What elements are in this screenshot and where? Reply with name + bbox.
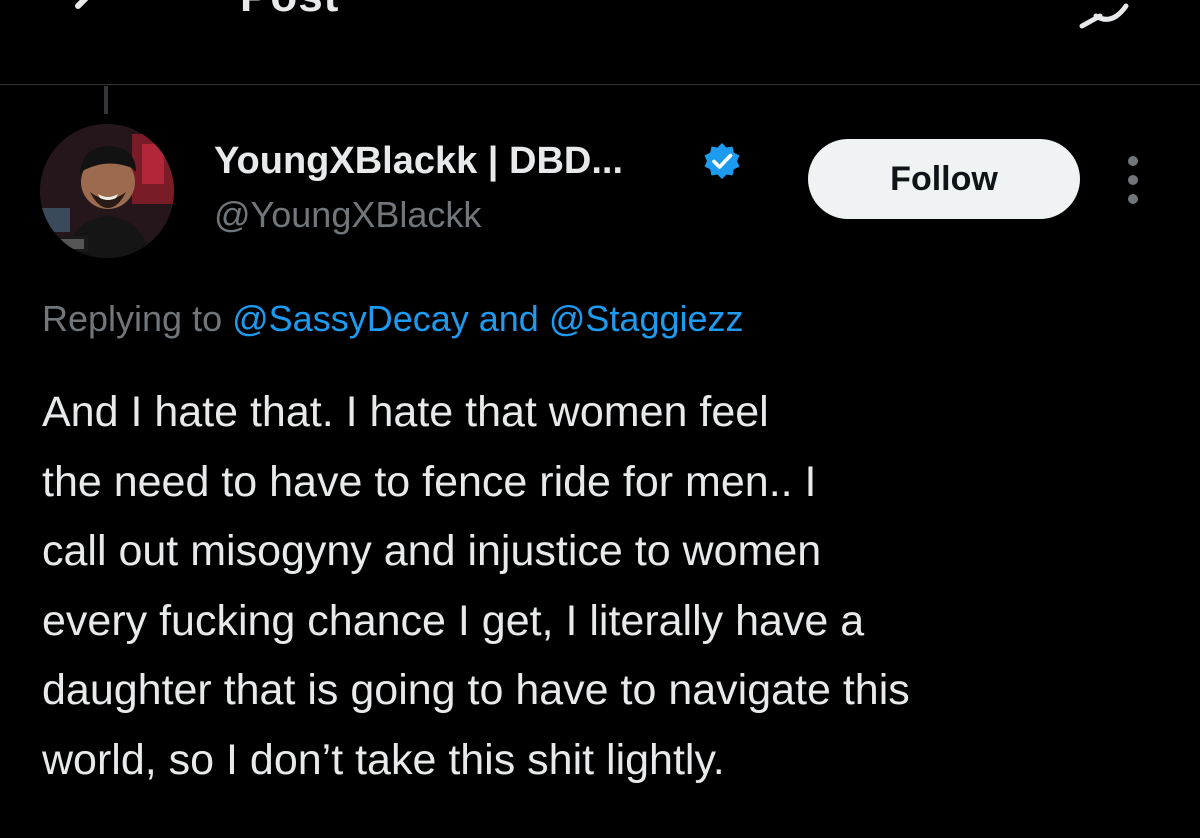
author-handle[interactable]: @YoungXBlackk — [214, 194, 481, 236]
author-display-name[interactable]: YoungXBlackk | DBD... — [214, 140, 623, 183]
top-header: Post — [0, 0, 1200, 85]
mention-link-sassydecay[interactable]: @SassyDecay — [232, 298, 469, 339]
verified-badge-icon — [704, 143, 740, 179]
mention-conjunction: and — [478, 298, 539, 339]
replying-to-label: Replying to — [42, 298, 223, 339]
thread-connector-line — [104, 86, 108, 114]
post-body-text: And I hate that. I hate that women feel … — [42, 378, 1182, 795]
more-options-button[interactable] — [1118, 152, 1148, 208]
arrow-left-icon — [75, 0, 89, 9]
post-text-line: And I hate that. I hate that women feel — [42, 388, 769, 436]
mention-link-staggiezz[interactable]: @Staggiezz — [549, 298, 744, 339]
post-text-line: daughter that is going to have to naviga… — [42, 666, 910, 714]
post-text-line: the need to have to fence ride for men..… — [42, 457, 817, 506]
back-button[interactable] — [62, 0, 122, 30]
more-vertical-icon-dot — [1128, 194, 1138, 204]
page-title: Post — [240, 0, 339, 22]
more-vertical-icon-dot — [1128, 175, 1138, 185]
post-text-line: world, so I don’t take this shit lightly… — [42, 735, 725, 784]
header-action-button[interactable] — [1076, 0, 1136, 36]
reply-refresh-icon — [1079, 3, 1129, 29]
post-text-line: call out misogyny and injustice to women — [42, 527, 822, 575]
author-avatar[interactable] — [40, 124, 174, 258]
user-avatar — [40, 124, 174, 258]
follow-button[interactable]: Follow — [808, 139, 1080, 219]
post-text-line: every fucking chance I get, I literally … — [42, 596, 865, 645]
more-vertical-icon — [1128, 156, 1138, 166]
replying-to-line: Replying to @SassyDecay and @Staggiezz — [42, 298, 744, 340]
